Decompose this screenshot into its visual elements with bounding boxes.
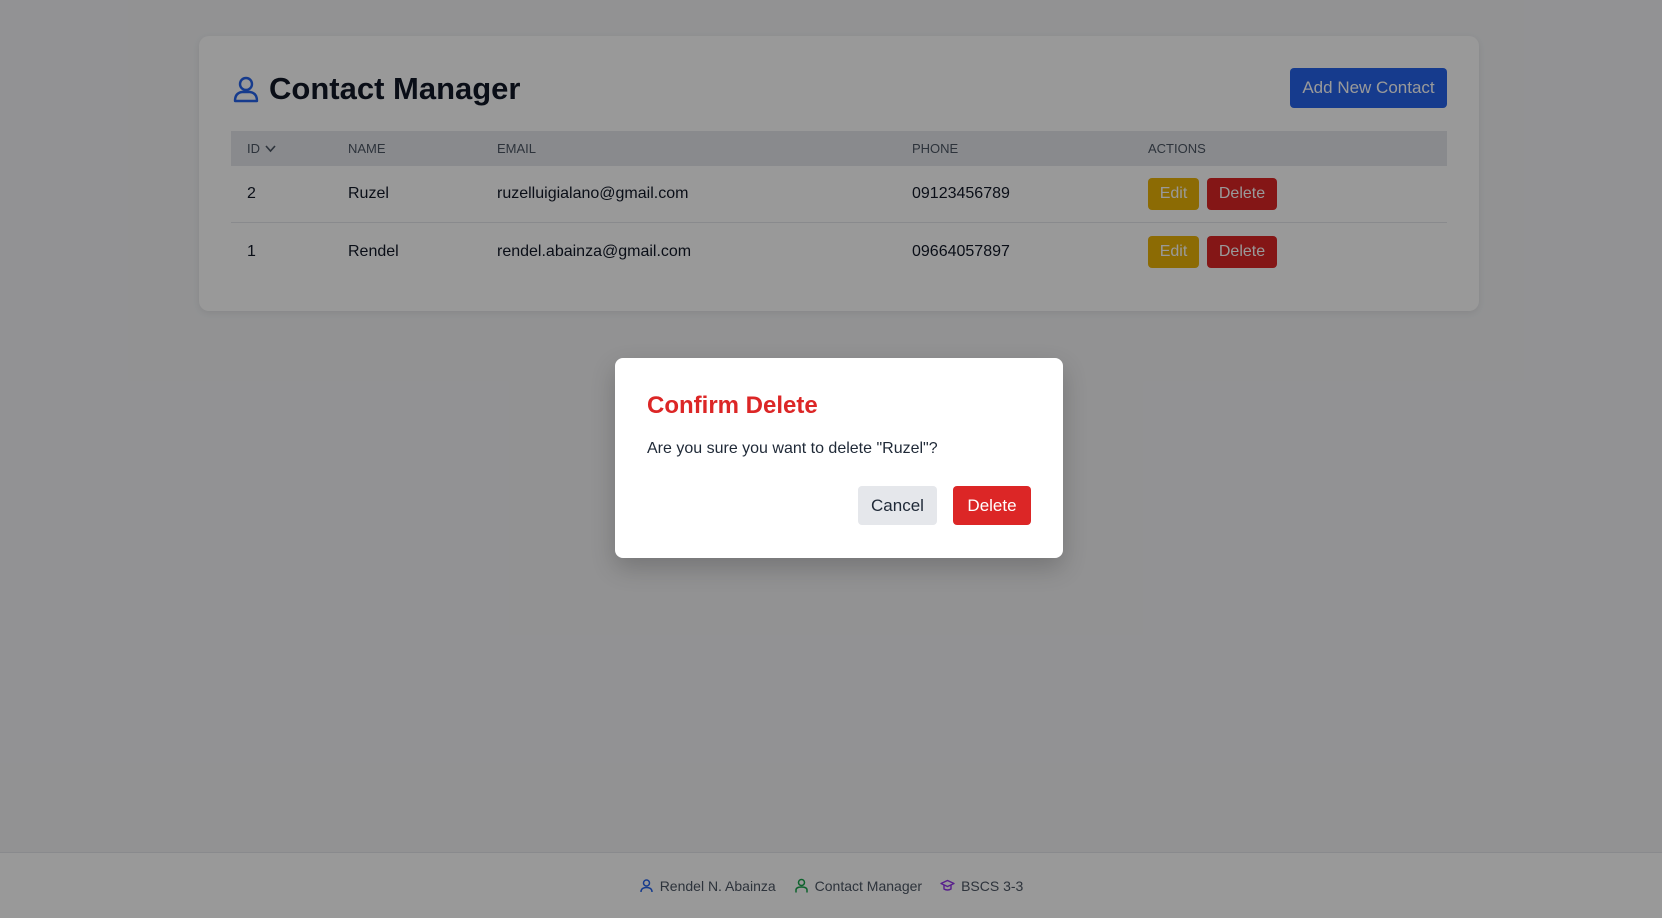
- dialog-actions: Cancel Delete: [858, 486, 1031, 525]
- dialog-message: Are you sure you want to delete "Ruzel"?: [647, 440, 938, 457]
- cancel-button[interactable]: Cancel: [858, 486, 937, 525]
- dialog-title: Confirm Delete: [647, 392, 818, 419]
- page: Contact Manager Add New Contact ID Name …: [0, 0, 1662, 918]
- confirm-delete-dialog: Confirm Delete Are you sure you want to …: [615, 358, 1063, 558]
- confirm-delete-button[interactable]: Delete: [953, 486, 1031, 525]
